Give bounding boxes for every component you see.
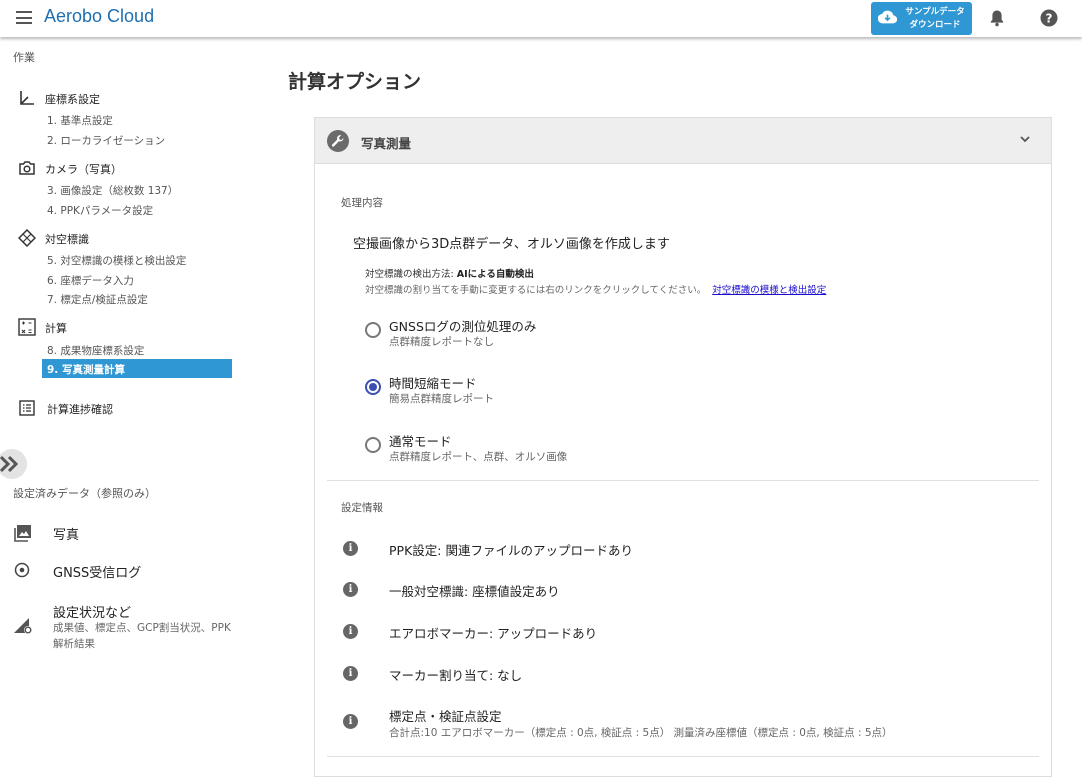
gnss-icon [14, 562, 30, 578]
setting-label: エアロボマーカー: アップロードあり [389, 626, 598, 641]
radio-normal-mode[interactable] [365, 437, 381, 453]
setting-gcp-checkpoint: i 標定点・検証点設定 合計点:10 エアロボマーカー（標定点 : 0点, 検証… [343, 705, 1033, 739]
processing-heading: 処理内容 [341, 197, 383, 209]
option-sublabel: 点群精度レポート、点群、オルソ画像 [389, 451, 568, 463]
axis-icon [20, 91, 34, 105]
sidebar: 作業 座標系設定 1. 基準点設定 2. ローカライゼーション カメラ（写真） … [0, 37, 245, 767]
bell-icon[interactable] [989, 9, 1005, 27]
info-icon: i [343, 714, 358, 729]
panel-title: 写真測量 [361, 136, 412, 151]
sidebar-group-label: 計算 [45, 322, 67, 335]
reference-heading: 設定済みデータ（参照のみ） [13, 487, 156, 500]
info-icon: i [343, 541, 358, 556]
setting-aerobo-marker: i エアロボマーカー: アップロードあり [343, 622, 1033, 652]
setting-label: 一般対空標識: 座標値設定あり [389, 584, 560, 599]
sidebar-item-photogrammetry-calc[interactable]: 9. 写真測量計算 [42, 359, 232, 378]
info-icon: i [343, 624, 358, 639]
reference-item-desc: 成果値、標定点、GCP割当状況、PPK解析結果 [53, 622, 231, 650]
setting-marker-assignment: i マーカー割り当て: なし [343, 664, 1033, 694]
option-fast-mode[interactable]: 時間短縮モード 簡易点群精度レポート [365, 373, 665, 409]
sidebar-group-label: 座標系設定 [45, 93, 100, 106]
detection-note: 対空標識の割り当てを手動に変更するには右のリンクをクリックしてください。 対空標識… [365, 282, 826, 296]
setting-label: PPK設定: 関連ファイルのアップロードあり [389, 543, 633, 558]
detection-note-text: 対空標識の割り当てを手動に変更するには右のリンクをクリックしてください。 [365, 285, 707, 296]
work-heading: 作業 [13, 51, 35, 64]
setting-label: マーカー割り当て: なし [389, 668, 523, 683]
divider [327, 756, 1039, 757]
settings-status-icon [14, 618, 32, 634]
radio-fast-mode[interactable] [365, 379, 381, 395]
sidebar-group-label: 対空標識 [45, 233, 89, 246]
photo-icon [14, 525, 31, 542]
sidebar-item-image-settings[interactable]: 3. 画像設定（総枚数 137） [47, 183, 178, 198]
panel-header[interactable]: 写真測量 [315, 118, 1051, 164]
chevron-down-icon[interactable] [1018, 132, 1032, 146]
double-chevron-icon [0, 455, 19, 473]
option-normal-mode[interactable]: 通常モード 点群精度レポート、点群、オルソ画像 [365, 431, 665, 467]
option-label: 通常モード [389, 434, 452, 449]
option-label: GNSSログの測位処理のみ [389, 319, 537, 334]
page-title: 計算オプション [288, 71, 422, 93]
download-label-line2: ダウンロード [909, 19, 961, 30]
sidebar-item-ppk-params[interactable]: 4. PPKパラメータ設定 [47, 203, 153, 218]
divider [327, 480, 1039, 481]
target-icon [18, 229, 36, 247]
setting-general-targets: i 一般対空標識: 座標値設定あり [343, 580, 1033, 610]
sidebar-collapse-button[interactable] [0, 449, 27, 479]
target-pattern-settings-link[interactable]: 対空標識の模様と検出設定 [712, 285, 826, 296]
calculator-icon [18, 318, 36, 336]
progress-label: 計算進捗確認 [47, 403, 113, 416]
app-bar: Aerobo Cloud サンプルデータ ダウンロード ? [0, 0, 1082, 37]
setting-sublabel: 合計点:10 エアロボマーカー（標定点 : 0点, 検証点 : 5点） 測量済み… [389, 727, 893, 739]
option-label: 時間短縮モード [389, 376, 477, 391]
sidebar-item-target-pattern[interactable]: 5. 対空標識の模様と検出設定 [47, 253, 186, 268]
detection-method-value: AIによる自動検出 [456, 269, 534, 280]
option-sublabel: 点群精度レポートなし [389, 336, 494, 348]
sidebar-group-label: カメラ（写真） [45, 163, 122, 176]
option-sublabel: 簡易点群精度レポート [389, 393, 494, 405]
reference-item-label: GNSS受信ログ [53, 566, 142, 581]
download-label-line1: サンプルデータ [905, 7, 965, 17]
setting-ppk: i PPK設定: 関連ファイルのアップロードあり [343, 539, 1033, 569]
svg-text:?: ? [1046, 12, 1053, 26]
reference-item-label: 写真 [53, 528, 80, 543]
settings-heading: 設定情報 [341, 502, 383, 514]
sidebar-item-localization[interactable]: 2. ローカライゼーション [47, 133, 165, 148]
sidebar-item-base-point[interactable]: 1. 基準点設定 [47, 113, 113, 128]
list-icon [19, 400, 35, 416]
app-title[interactable]: Aerobo Cloud [44, 6, 154, 27]
radio-gnss-only[interactable] [365, 322, 381, 338]
option-gnss-only[interactable]: GNSSログの測位処理のみ 点群精度レポートなし [365, 316, 665, 352]
processing-description: 空撮画像から3D点群データ、オルソ画像を作成します [353, 237, 670, 252]
info-icon: i [343, 582, 358, 597]
sidebar-item-gcp-settings[interactable]: 7. 標定点/検証点設定 [47, 292, 148, 307]
detection-method: 対空標識の検出方法: AIによる自動検出 [365, 266, 534, 280]
sample-data-download-button[interactable]: サンプルデータ ダウンロード [871, 2, 972, 35]
photogrammetry-panel: 写真測量 処理内容 空撮画像から3D点群データ、オルソ画像を作成します 対空標識… [314, 117, 1052, 777]
help-icon[interactable]: ? [1040, 9, 1058, 27]
cloud-download-icon [878, 10, 897, 24]
camera-icon [19, 161, 35, 175]
reference-item-label: 設定状況など [53, 606, 132, 621]
wrench-icon [327, 130, 349, 152]
sidebar-item-coordinate-input[interactable]: 6. 座標データ入力 [47, 273, 134, 288]
menu-icon[interactable] [16, 11, 32, 24]
detection-method-prefix: 対空標識の検出方法: [365, 269, 457, 280]
sidebar-item-output-crs[interactable]: 8. 成果物座標系設定 [47, 343, 144, 358]
setting-label: 標定点・検証点設定 [389, 709, 502, 724]
info-icon: i [343, 666, 358, 681]
